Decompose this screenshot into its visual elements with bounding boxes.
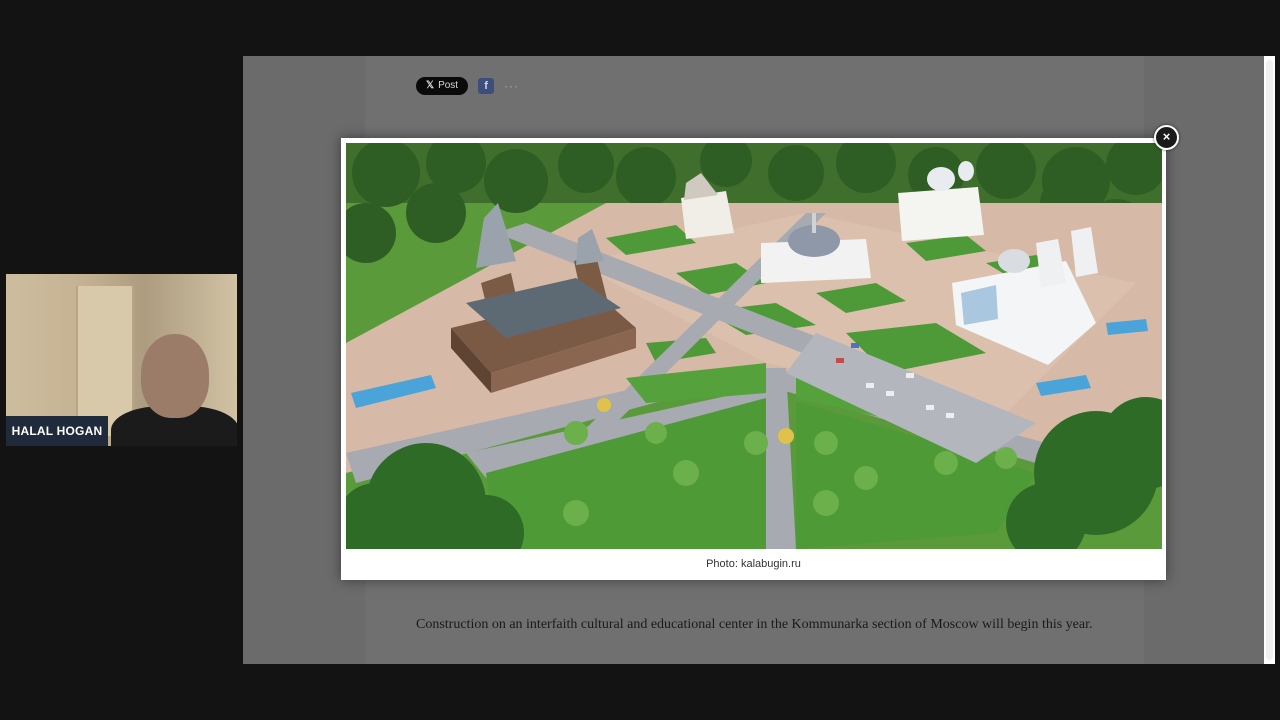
more-dots-icon[interactable]: ···	[504, 79, 519, 93]
facebook-icon[interactable]: f	[478, 78, 495, 94]
x-post-button[interactable]: 𝕏 Post	[416, 77, 469, 95]
x-post-label: Post	[438, 80, 459, 91]
share-bar: 𝕏 Post f ···	[416, 77, 519, 95]
x-logo-icon: 𝕏	[426, 80, 435, 91]
article-paragraph: Construction on an interfaith cultural a…	[416, 617, 1093, 632]
close-icon[interactable]: ×	[1154, 125, 1179, 150]
lightbox-photo	[346, 143, 1162, 549]
interfaith-center-rendering	[346, 143, 1162, 549]
page-scrollbar[interactable]	[1264, 56, 1275, 664]
participant-video-tile: HALAL HOGAN	[6, 274, 237, 446]
scrollbar-thumb[interactable]	[1266, 60, 1273, 660]
participant-video	[111, 334, 237, 446]
image-lightbox: Photo: kalabugin.ru	[341, 138, 1166, 580]
photo-caption: Photo: kalabugin.ru	[706, 558, 801, 570]
participant-name-label: HALAL HOGAN	[6, 416, 108, 446]
